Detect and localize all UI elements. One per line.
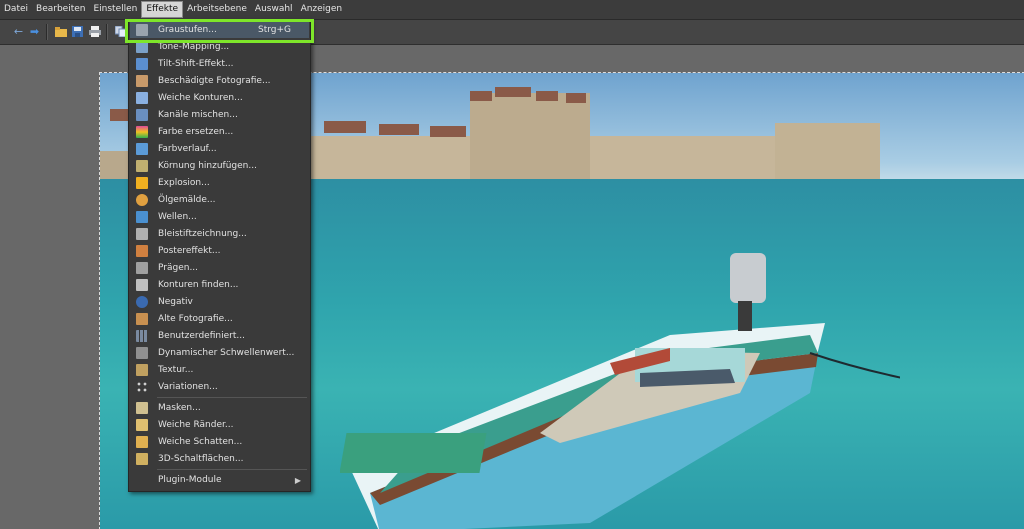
castle-keep [470,93,590,193]
undo-icon[interactable]: ← [12,25,25,38]
merlon-roof [430,126,466,137]
merlon-roof [495,87,531,97]
toolbar-separator [106,24,108,40]
menu-item-weiche-schatten[interactable]: Weiche Schatten... [130,434,309,450]
channel-mixer-icon [136,109,148,121]
pencil-sketch-icon [136,228,148,240]
menu-item-benutzerdefiniert[interactable]: Benutzerdefiniert... [130,328,309,344]
boat [340,253,900,529]
masks-icon [136,402,148,414]
merlon-roof [566,93,586,103]
print-icon[interactable] [88,25,101,38]
soft-shadow-icon [136,436,148,448]
merlon-roof [324,121,366,133]
tilt-shift-icon [136,58,148,70]
menu-item-negativ[interactable]: Negativ [130,294,309,310]
texture-icon [136,364,148,376]
menu-item-bleistiftzeichnung[interactable]: Bleistiftzeichnung... [130,226,309,242]
menu-item-3d-schaltflaechen[interactable]: 3D-Schaltflächen... [130,451,309,467]
menu-arbeitsebene[interactable]: Arbeitsebene [183,1,251,18]
waves-icon [136,211,148,223]
negative-icon [136,296,148,308]
old-photo-icon [136,313,148,325]
menu-item-textur[interactable]: Textur... [130,362,309,378]
menu-item-postereffekt[interactable]: Postereffekt... [130,243,309,259]
menu-item-explosion[interactable]: Explosion... [130,175,309,191]
menu-datei[interactable]: Datei [0,1,32,18]
menu-item-masken[interactable]: Masken... [130,400,309,416]
submenu-arrow-icon: ▶ [294,475,301,485]
plugin-icon [136,474,148,486]
menu-item-kanaele-mischen[interactable]: Kanäle mischen... [130,107,309,123]
menu-separator [157,469,307,470]
damaged-photo-icon [136,75,148,87]
3d-buttons-icon [136,453,148,465]
grain-icon [136,160,148,172]
merlon-roof [470,91,492,101]
menu-item-variationen[interactable]: Variationen... [130,379,309,395]
menu-item-beschaedigte-fotografie[interactable]: Beschädigte Fotografie... [130,73,309,89]
menu-item-konturen-finden[interactable]: Konturen finden... [130,277,309,293]
menu-item-wellen[interactable]: Wellen... [130,209,309,225]
custom-filter-icon [136,330,148,342]
menu-separator [157,397,307,398]
replace-color-icon [136,126,148,138]
open-folder-icon[interactable] [54,25,67,38]
threshold-icon [136,347,148,359]
oil-painting-icon [136,194,148,206]
menu-item-farbverlauf[interactable]: Farbverlauf... [130,141,309,157]
menu-anzeigen[interactable]: Anzeigen [297,1,347,18]
toolbar-separator [46,24,48,40]
soft-contours-icon [136,92,148,104]
menu-item-alte-fotografie[interactable]: Alte Fotografie... [130,311,309,327]
menu-einstellen[interactable]: Einstellen [89,1,141,18]
menu-bar: Datei Bearbeiten Einstellen Effekte Arbe… [0,0,1024,20]
menu-effekte[interactable]: Effekte [141,1,184,18]
menu-item-praegen[interactable]: Prägen... [130,260,309,276]
find-edges-icon [136,279,148,291]
menu-item-weiche-konturen[interactable]: Weiche Konturen... [130,90,309,106]
menu-item-koernung[interactable]: Körnung hinzufügen... [130,158,309,174]
soft-edges-icon [136,419,148,431]
menu-item-farbe-ersetzen[interactable]: Farbe ersetzen... [130,124,309,140]
emboss-icon [136,262,148,274]
variations-icon [136,381,148,393]
menu-bearbeiten[interactable]: Bearbeiten [32,1,89,18]
merlon-roof [379,124,419,135]
menu-item-dynamischer-schwellenwert[interactable]: Dynamischer Schwellenwert... [130,345,309,361]
effects-menu: Graustufen... Strg+G Tone-Mapping... Til… [128,19,311,492]
gradient-icon [136,143,148,155]
menu-item-oelgemaelde[interactable]: Ölgemälde... [130,192,309,208]
menu-item-plugin-module[interactable]: Plugin-Module ▶ [130,472,309,488]
highlight-annotation [125,19,314,43]
explosion-icon [136,177,148,189]
menu-item-tilt-shift[interactable]: Tilt-Shift-Effekt... [130,56,309,72]
menu-auswahl[interactable]: Auswahl [251,1,297,18]
merlon-roof [536,91,558,101]
menu-item-weiche-raender[interactable]: Weiche Ränder... [130,417,309,433]
posterize-icon [136,245,148,257]
redo-icon[interactable]: ➡ [28,25,41,38]
save-icon[interactable] [71,25,84,38]
